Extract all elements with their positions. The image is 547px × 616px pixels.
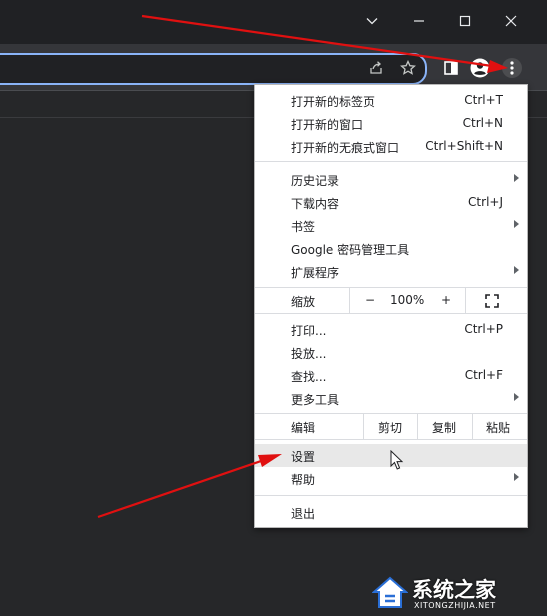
menu-item-new-tab[interactable]: 打开新的标签页 Ctrl+T <box>255 89 527 112</box>
maximize-icon <box>459 15 471 27</box>
menu-item-print[interactable]: 打印... Ctrl+P <box>255 318 527 341</box>
menu-item-incognito-window[interactable]: 打开新的无痕式窗口 Ctrl+Shift+N <box>255 135 527 158</box>
menu-item-more-tools[interactable]: 更多工具 <box>255 387 527 410</box>
maximize-button[interactable] <box>454 10 476 32</box>
minimize-icon <box>414 20 424 22</box>
side-panel-icon <box>444 61 458 75</box>
edit-divider <box>417 414 418 439</box>
menu-item-label: 历史记录 <box>291 174 340 188</box>
house-logo-icon <box>372 576 408 608</box>
edit-label: 编辑 <box>291 421 316 435</box>
menu-item-label: 投放... <box>291 347 327 361</box>
side-panel-button[interactable] <box>441 58 461 78</box>
zoom-level: 100% <box>390 293 425 307</box>
share-icon <box>370 61 382 74</box>
menu-item-label: 书签 <box>291 220 316 234</box>
menu-separator <box>255 439 527 440</box>
title-bar <box>0 0 547 44</box>
menu-item-shortcut: Ctrl+P <box>464 322 503 336</box>
watermark-title: 系统之家 <box>412 578 496 602</box>
menu-item-shortcut: Ctrl+T <box>464 93 503 107</box>
menu-item-shortcut: Ctrl+Shift+N <box>425 139 503 153</box>
zoom-row: 缩放 − 100% + <box>255 288 527 313</box>
menu-separator <box>255 495 527 496</box>
menu-item-new-window[interactable]: 打开新的窗口 Ctrl+N <box>255 112 527 135</box>
submenu-arrow-icon <box>514 473 519 481</box>
menu-item-label: 查找... <box>291 370 327 384</box>
menu-item-downloads[interactable]: 下载内容 Ctrl+J <box>255 191 527 214</box>
menu-item-shortcut: Ctrl+J <box>468 195 503 209</box>
menu-button[interactable] <box>502 58 522 78</box>
watermark: 系统之家 XITONGZHIJIA.NET <box>372 574 540 612</box>
profile-button[interactable] <box>470 58 490 78</box>
menu-item-label: 设置 <box>291 450 316 464</box>
menu-item-shortcut: Ctrl+F <box>464 368 503 382</box>
menu-item-label: 退出 <box>291 507 316 521</box>
minimize-button[interactable] <box>408 10 430 32</box>
menu-item-label: 打开新的标签页 <box>291 95 376 109</box>
submenu-arrow-icon <box>514 174 519 182</box>
menu-icon <box>510 61 514 75</box>
menu-item-extensions[interactable]: 扩展程序 <box>255 260 527 283</box>
paste-button[interactable]: 粘贴 <box>486 419 510 436</box>
submenu-arrow-icon <box>514 220 519 228</box>
menu-item-shortcut: Ctrl+N <box>462 116 503 130</box>
zoom-out-button[interactable]: − <box>365 293 375 307</box>
menu-item-label: Google 密码管理工具 <box>291 243 410 257</box>
submenu-arrow-icon <box>514 266 519 274</box>
edit-divider <box>472 414 473 439</box>
menu-item-label: 扩展程序 <box>291 266 340 280</box>
menu-item-bookmarks[interactable]: 书签 <box>255 214 527 237</box>
cut-button[interactable]: 剪切 <box>378 419 402 436</box>
menu-item-exit[interactable]: 退出 <box>255 501 527 524</box>
zoom-in-button[interactable]: + <box>441 293 451 307</box>
menu-item-history[interactable]: 历史记录 <box>255 168 527 191</box>
menu-item-label: 更多工具 <box>291 393 340 407</box>
star-icon <box>400 60 416 75</box>
submenu-arrow-icon <box>514 393 519 401</box>
bookmark-star-button[interactable] <box>398 58 418 78</box>
menu-item-label: 打印... <box>291 324 327 338</box>
mouse-cursor-icon <box>390 450 404 470</box>
share-button[interactable] <box>366 58 386 78</box>
watermark-subtitle: XITONGZHIJIA.NET <box>414 601 496 610</box>
zoom-divider <box>465 288 466 313</box>
copy-button[interactable]: 复制 <box>432 419 456 436</box>
menu-item-label: 帮助 <box>291 473 316 487</box>
menu-item-label: 下载内容 <box>291 197 340 211</box>
fullscreen-button[interactable] <box>485 294 499 308</box>
menu-item-label: 打开新的无痕式窗口 <box>291 141 400 155</box>
menu-separator <box>255 161 527 162</box>
zoom-divider <box>349 288 350 313</box>
close-button[interactable] <box>500 10 522 32</box>
menu-item-find[interactable]: 查找... Ctrl+F <box>255 364 527 387</box>
menu-item-password-manager[interactable]: Google 密码管理工具 <box>255 237 527 260</box>
menu-separator <box>255 313 527 314</box>
menu-item-cast[interactable]: 投放... <box>255 341 527 364</box>
menu-item-label: 打开新的窗口 <box>291 118 364 132</box>
edit-row: 编辑 剪切 复制 粘贴 <box>255 414 527 439</box>
zoom-label: 缩放 <box>291 295 316 309</box>
address-bar[interactable] <box>0 53 427 85</box>
close-icon <box>505 15 517 27</box>
profile-icon <box>470 58 490 78</box>
fullscreen-icon <box>485 294 499 308</box>
tab-search-button[interactable] <box>361 10 383 32</box>
chevron-down-icon <box>366 18 378 25</box>
edit-divider <box>363 414 364 439</box>
